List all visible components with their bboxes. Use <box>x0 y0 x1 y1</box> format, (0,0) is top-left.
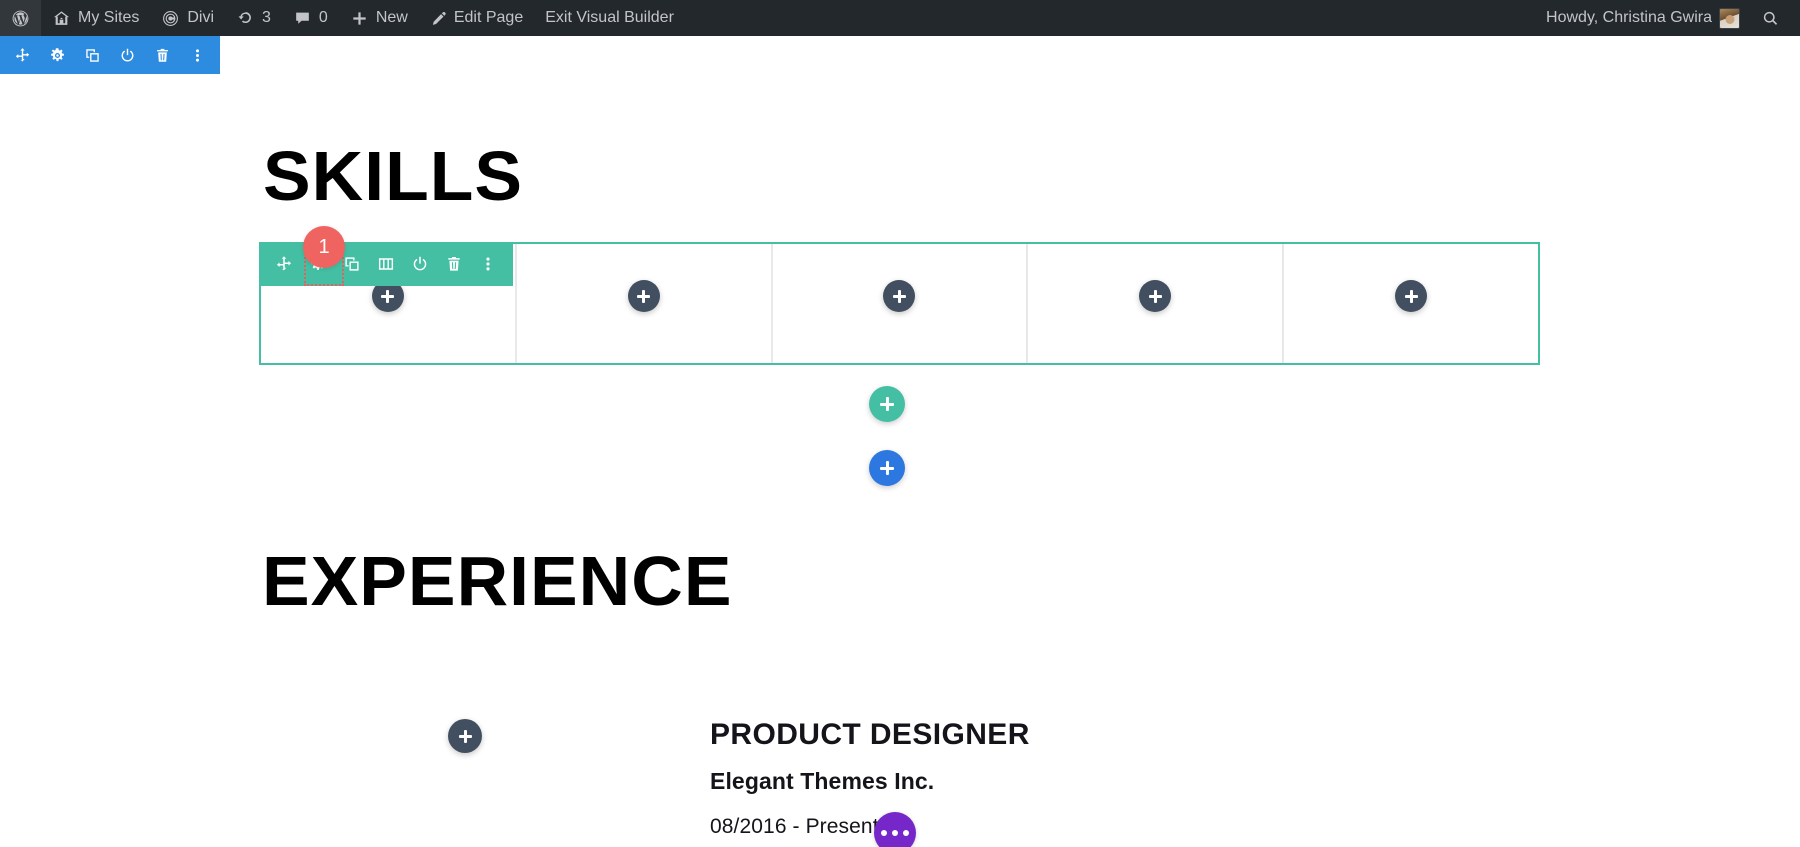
duplicate-icon[interactable] <box>84 47 101 64</box>
add-row-button[interactable] <box>869 386 905 422</box>
trash-icon[interactable] <box>154 47 171 64</box>
add-module-button-2[interactable] <box>628 280 660 312</box>
edit-page-label: Edit Page <box>454 10 523 26</box>
tutorial-step-badge[interactable]: 1 <box>303 226 345 268</box>
wp-logo-menu-item[interactable] <box>0 0 41 36</box>
move-icon[interactable] <box>14 47 31 64</box>
job-company: Elegant Themes Inc. <box>710 768 934 795</box>
exit-visual-builder-menu-item[interactable]: Exit Visual Builder <box>534 0 685 36</box>
edit-page-menu-item[interactable]: Edit Page <box>419 0 534 36</box>
sites-icon <box>52 9 71 28</box>
gear-icon[interactable] <box>49 47 66 64</box>
search-button[interactable] <box>1751 0 1794 36</box>
plus-icon <box>1149 290 1162 303</box>
divi-label: Divi <box>187 10 214 26</box>
updates-count: 3 <box>262 10 271 26</box>
my-sites-label: My Sites <box>78 10 139 26</box>
plus-icon <box>893 290 906 303</box>
more-dots-icon[interactable] <box>479 255 497 273</box>
plus-icon <box>637 290 650 303</box>
power-icon[interactable] <box>411 255 429 273</box>
admin-bar-left-group: My Sites Divi 3 0 <box>0 0 685 36</box>
pencil-icon <box>430 10 447 27</box>
job-dates: 08/2016 - Present <box>710 815 879 839</box>
divi-icon <box>161 9 180 28</box>
add-module-button-4[interactable] <box>1139 280 1171 312</box>
plus-icon <box>880 397 894 411</box>
more-dots-icon <box>881 830 887 836</box>
more-dots-icon <box>903 830 909 836</box>
add-section-button[interactable] <box>869 450 905 486</box>
trash-icon[interactable] <box>445 255 463 273</box>
wordpress-logo-icon <box>11 9 30 28</box>
power-icon[interactable] <box>119 47 136 64</box>
search-icon <box>1761 9 1780 28</box>
column-3[interactable] <box>773 244 1029 363</box>
comments-count: 0 <box>319 10 328 26</box>
divi-menu-item[interactable]: Divi <box>150 0 225 36</box>
more-dots-icon <box>892 830 898 836</box>
plus-icon <box>1405 290 1418 303</box>
move-icon[interactable] <box>275 255 293 273</box>
updates-icon <box>236 9 255 28</box>
plus-icon <box>381 290 394 303</box>
comment-bubble-icon <box>293 9 312 28</box>
column-5[interactable] <box>1284 244 1538 363</box>
new-content-menu-item[interactable]: New <box>339 0 419 36</box>
column-4[interactable] <box>1028 244 1284 363</box>
columns-icon[interactable] <box>377 255 395 273</box>
plus-icon <box>459 730 472 743</box>
updates-menu-item[interactable]: 3 <box>225 0 282 36</box>
experience-heading: EXPERIENCE <box>262 546 732 616</box>
howdy-label: Howdy, Christina Gwira <box>1546 10 1712 26</box>
more-dots-icon[interactable] <box>189 47 206 64</box>
add-module-button-experience[interactable] <box>448 719 482 753</box>
job-title: PRODUCT DESIGNER <box>710 718 1030 752</box>
row-toolbar <box>259 242 513 286</box>
wp-admin-bar: My Sites Divi 3 0 <box>0 0 1800 36</box>
my-account-menu-item[interactable]: Howdy, Christina Gwira <box>1535 0 1751 36</box>
duplicate-icon[interactable] <box>343 255 361 273</box>
column-2[interactable] <box>517 244 773 363</box>
more-options-button[interactable] <box>874 812 916 847</box>
comments-menu-item[interactable]: 0 <box>282 0 339 36</box>
avatar <box>1719 8 1740 29</box>
skills-heading: SKILLS <box>263 141 523 211</box>
plus-icon <box>350 9 369 28</box>
new-content-label: New <box>376 10 408 26</box>
admin-bar-right-group: Howdy, Christina Gwira <box>1535 0 1794 36</box>
add-module-button-3[interactable] <box>883 280 915 312</box>
plus-icon <box>880 461 894 475</box>
section-toolbar <box>0 36 220 74</box>
page-canvas: SKILLS <box>0 36 1800 847</box>
exit-visual-builder-label: Exit Visual Builder <box>545 10 674 26</box>
add-module-button-5[interactable] <box>1395 280 1427 312</box>
my-sites-menu-item[interactable]: My Sites <box>41 0 150 36</box>
